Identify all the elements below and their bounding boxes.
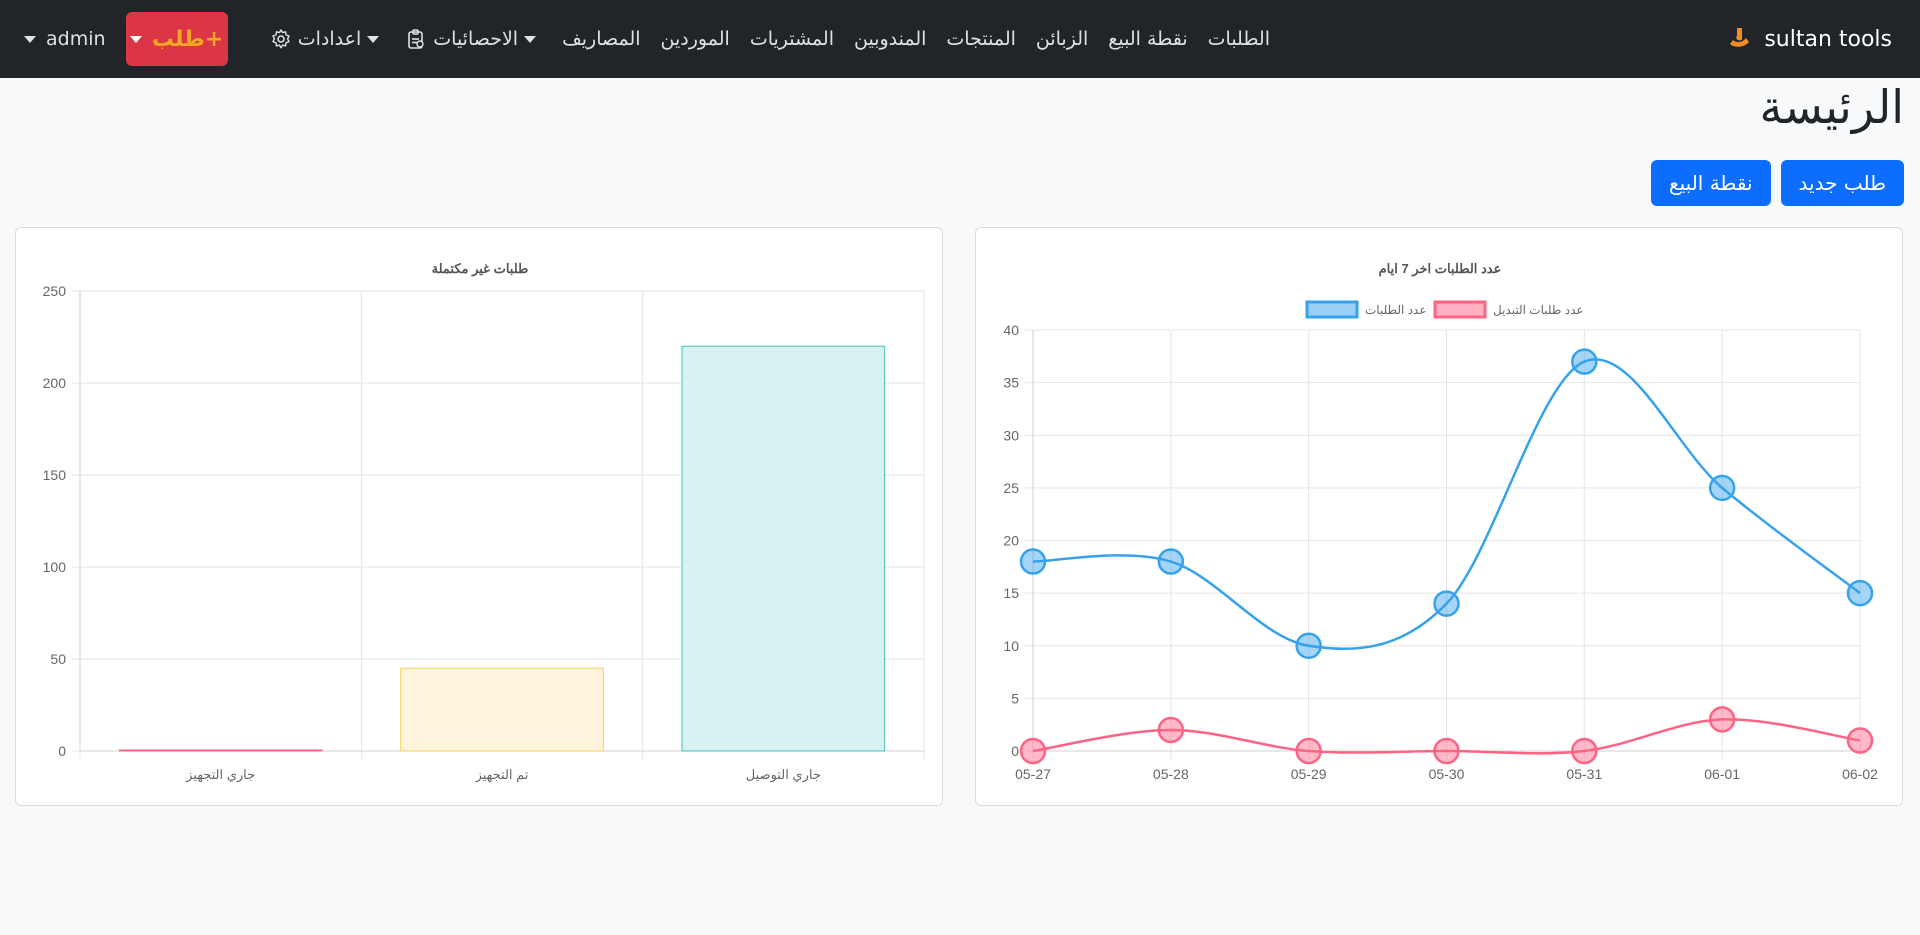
new-order-label: طلب+ (151, 26, 224, 52)
y-tick-label: 50 (50, 651, 66, 667)
data-point (1571, 737, 1598, 765)
data-point (1019, 737, 1047, 765)
new-order-dropdown-button[interactable]: طلب+ (125, 12, 228, 66)
legend-label: عدد الطلبات (1365, 303, 1427, 317)
brand-logo-icon (1730, 28, 1750, 47)
y-tick-label: 15 (1003, 585, 1019, 601)
data-point (1157, 716, 1185, 744)
x-tick-label: 05-30 (1429, 766, 1465, 782)
chart-title: طلبات غير مكتملة (432, 261, 529, 277)
nav-settings-label: اعدادات (297, 28, 362, 50)
nav-menu: الطلبات نقطة البيع الزبائن المنتجات المن… (270, 0, 1270, 78)
data-point (1019, 548, 1047, 575)
nav-products[interactable]: المنتجات (946, 28, 1015, 50)
data-point (1433, 590, 1460, 617)
x-tick-label: جاري التوصيل (746, 767, 821, 783)
y-tick-label: 35 (1003, 375, 1019, 391)
nav-stats-dropdown[interactable]: الاحصائيات (405, 28, 542, 50)
nav-orders[interactable]: الطلبات (1208, 28, 1270, 50)
x-tick-label: 06-02 (1842, 766, 1878, 782)
nav-settings-dropdown[interactable]: اعدادات (270, 28, 386, 50)
brand-name: sultan tools (1764, 26, 1892, 52)
x-tick-label: تم التجهيز (475, 767, 529, 783)
nav-purchases[interactable]: المشتريات (750, 28, 834, 50)
x-tick-label: 05-28 (1153, 766, 1189, 782)
data-point (1708, 474, 1736, 502)
nav-delegates[interactable]: المندوبين (854, 28, 926, 50)
x-tick-label: 05-27 (1015, 766, 1051, 782)
nav-pos[interactable]: نقطة البيع (1108, 28, 1187, 50)
data-point (1157, 548, 1185, 575)
legend-label: عدد طلبات التبديل (1493, 303, 1584, 317)
page-title: الرئيسة (1759, 80, 1904, 134)
new-order-button[interactable]: طلب جديد (1780, 160, 1904, 206)
chevron-down-icon (129, 35, 142, 43)
y-tick-label: 20 (1003, 533, 1019, 549)
orders-line-chart: عدد الطلبات اخر 7 ايام عدد طلبات التبديل ع… (1003, 261, 1878, 782)
data-point (1571, 348, 1598, 375)
chevron-down-icon (524, 35, 537, 43)
y-tick-label: 250 (43, 283, 67, 299)
legend-swatch (1433, 300, 1487, 319)
y-tick-label: 40 (1003, 322, 1019, 338)
data-point (1846, 579, 1874, 607)
y-tick-label: 5 (1011, 690, 1019, 706)
top-navbar: sultan tools الطلبات نقطة البيع الزبائن … (0, 0, 1920, 78)
nav-expenses[interactable]: المصاريف (562, 28, 640, 50)
x-tick-label: 06-01 (1704, 766, 1740, 782)
nav-user-area: admin طلب+ (24, 12, 228, 66)
data-point (1846, 727, 1874, 754)
nav-suppliers[interactable]: الموردين (661, 28, 730, 50)
incomplete-orders-bar-chart: طلبات غير مكتملة 0 50 100 150 200 250 جاري التو… (43, 261, 925, 783)
gear-icon (272, 29, 290, 49)
brand[interactable]: sultan tools (1724, 22, 1892, 56)
y-tick-label: 0 (58, 743, 66, 759)
y-tick-label: 0 (1011, 743, 1019, 759)
bar (118, 749, 323, 752)
nav-customers[interactable]: الزبائن (1036, 28, 1088, 50)
y-tick-label: 25 (1003, 480, 1019, 496)
pos-button[interactable]: نقطة البيع (1650, 160, 1771, 206)
clipboard-chart-icon (408, 29, 424, 49)
data-point (1433, 737, 1460, 765)
user-menu[interactable]: admin (24, 28, 106, 50)
chart-title: عدد الطلبات اخر 7 ايام (1379, 261, 1502, 277)
y-tick-label: 200 (43, 375, 67, 391)
orders-7-days-card: عدد الطلبات اخر 7 ايام عدد طلبات التبديل ع… (975, 227, 1903, 806)
nav-stats-label: الاحصائيات (433, 28, 519, 50)
user-name: admin (46, 28, 106, 50)
y-tick-label: 100 (43, 559, 67, 575)
y-tick-label: 30 (1003, 427, 1019, 443)
data-point (1295, 632, 1322, 659)
chevron-down-icon (24, 35, 36, 43)
incomplete-orders-card: طلبات غير مكتملة 0 50 100 150 200 250 جاري التو… (15, 227, 943, 806)
data-point (1295, 737, 1322, 765)
x-tick-label: 05-31 (1566, 766, 1602, 782)
x-tick-label: جاري التجهيز (185, 767, 255, 783)
legend-swatch (1305, 300, 1359, 319)
x-tick-label: 05-29 (1291, 766, 1327, 782)
bar (400, 667, 604, 752)
bar (681, 345, 886, 752)
y-tick-label: 10 (1003, 638, 1019, 654)
data-point (1708, 706, 1736, 733)
page-actions: طلب جديد نقطة البيع (1650, 160, 1904, 206)
chevron-down-icon (367, 35, 380, 43)
y-tick-label: 150 (43, 467, 67, 483)
